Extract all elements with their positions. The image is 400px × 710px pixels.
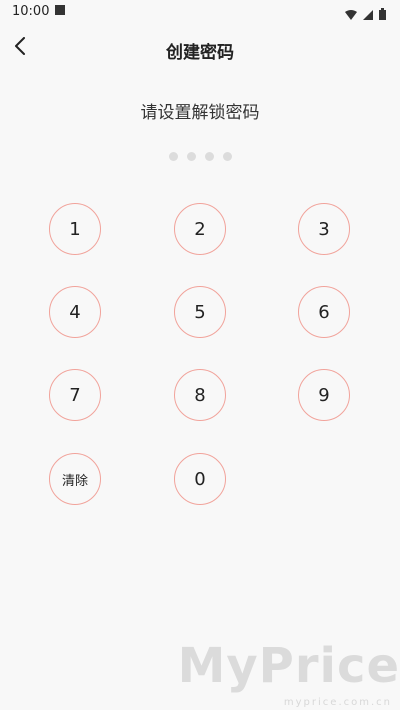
key-5[interactable]: 5 [174,286,226,338]
key-1[interactable]: 1 [49,203,101,255]
notification-icon [55,5,65,15]
signal-icon [363,5,373,24]
battery-icon [379,5,386,24]
watermark-domain: myprice.com.cn [283,697,392,708]
header: 创建密码 [0,28,400,68]
pin-prompt: 请设置解锁密码 [140,103,260,123]
status-time: 10:00 [12,4,50,19]
key-4[interactable]: 4 [49,286,101,338]
key-7[interactable]: 7 [49,369,101,421]
wifi-icon [345,5,357,24]
key-6[interactable]: 6 [298,286,350,338]
key-0[interactable]: 0 [174,453,226,505]
status-bar: 10:00 [0,0,400,24]
key-3[interactable]: 3 [298,203,350,255]
pin-dot [186,152,196,161]
key-2[interactable]: 2 [174,203,226,255]
key-9[interactable]: 9 [298,369,350,421]
pin-dot [222,152,232,161]
clear-button[interactable]: 清除 [49,453,101,505]
page-title: 创建密码 [166,43,234,63]
pin-dot [204,152,214,161]
pin-dots [0,152,400,161]
watermark-logo: MyPrice [177,638,400,694]
key-8[interactable]: 8 [174,369,226,421]
status-icons [345,5,386,24]
pin-dot [168,152,178,161]
